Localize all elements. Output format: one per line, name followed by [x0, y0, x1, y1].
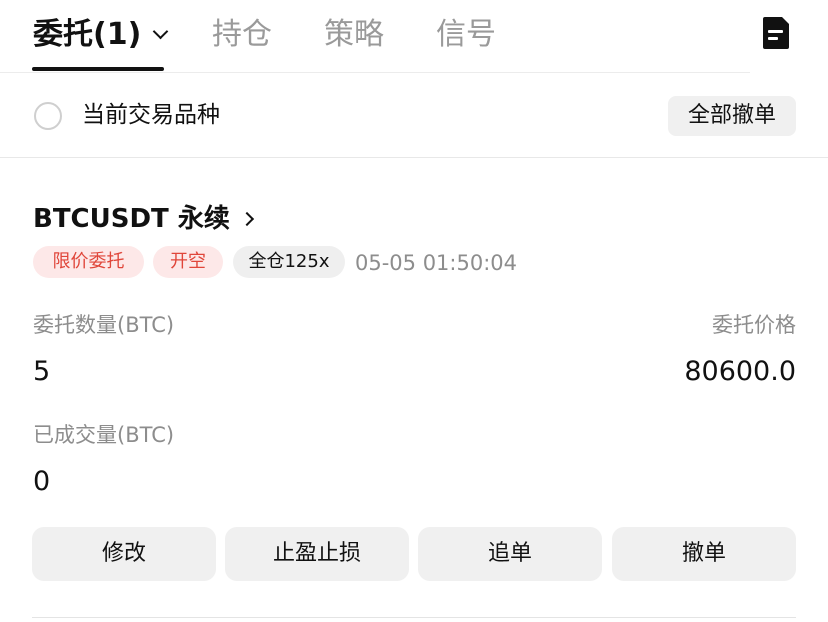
active-tab-indicator [32, 67, 164, 71]
chevron-down-icon[interactable] [153, 23, 169, 39]
chevron-right-icon [239, 211, 254, 227]
filter-row: 当前交易品种 全部撤单 [0, 74, 828, 158]
chase-order-button[interactable]: 追单 [418, 527, 602, 581]
tp-sl-button[interactable]: 止盈止损 [225, 527, 409, 581]
tab-signals[interactable]: 信号 [436, 14, 496, 56]
filled-value: 0 [33, 466, 51, 497]
tabs-divider [0, 72, 750, 73]
quantity-label: 委托数量(BTC) [33, 313, 175, 337]
document-icon[interactable] [762, 16, 790, 50]
order-timestamp: 05-05 01:50:04 [355, 251, 518, 275]
side-tag: 开空 [153, 246, 223, 278]
order-tabs: 委托(1) 持仓 策略 信号 [0, 0, 828, 72]
current-symbol-label[interactable]: 当前交易品种 [82, 98, 220, 132]
order-type-tag: 限价委托 [33, 246, 144, 278]
card-divider [32, 617, 796, 618]
cancel-all-button[interactable]: 全部撤单 [668, 96, 796, 136]
tab-orders[interactable]: 委托(1) [33, 14, 169, 56]
order-symbol-link[interactable]: BTCUSDT 永续 [33, 200, 254, 238]
modify-button[interactable]: 修改 [32, 527, 216, 581]
margin-leverage-tag: 全仓125x [233, 246, 345, 278]
tab-strategy[interactable]: 策略 [324, 14, 384, 56]
current-symbol-radio[interactable] [34, 102, 62, 130]
cancel-order-button[interactable]: 撤单 [612, 527, 796, 581]
filled-label: 已成交量(BTC) [33, 423, 175, 447]
order-symbol: BTCUSDT 永续 [33, 204, 230, 234]
quantity-value: 5 [33, 356, 51, 387]
price-label: 委托价格 [712, 313, 796, 337]
price-value: 80600.0 [684, 356, 796, 387]
tab-orders-label: 委托(1) [33, 17, 142, 52]
tab-positions[interactable]: 持仓 [212, 14, 272, 56]
